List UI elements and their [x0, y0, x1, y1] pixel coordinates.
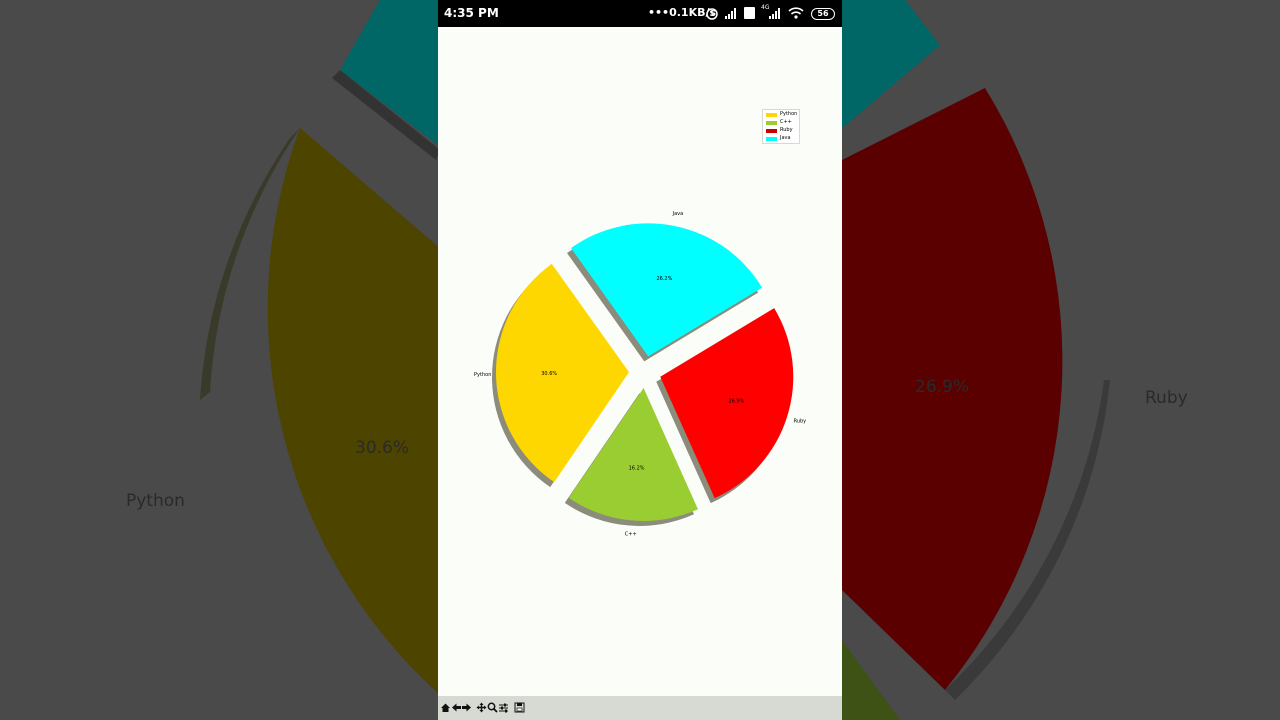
pie-pct-label-cpp: 16.2%: [629, 465, 645, 471]
legend-label-java: Java: [780, 135, 791, 141]
alarm-icon: [706, 8, 718, 20]
phone-screen: 4:35 PM •••0.1KB/s 4G 56 30.6% Python 16.2…: [438, 0, 842, 720]
pie-category-label-ruby: Ruby: [794, 418, 807, 424]
status-time: 4:35 PM: [444, 6, 499, 20]
legend-item: Java: [765, 135, 799, 143]
battery-indicator: 56: [811, 8, 835, 20]
bg-label-ruby: Ruby: [1145, 388, 1188, 408]
legend-label-cpp: C++: [780, 119, 792, 125]
wifi-icon: [788, 7, 804, 19]
pie-category-label-cpp: C++: [625, 532, 637, 538]
pan-icon[interactable]: [476, 702, 487, 713]
home-icon[interactable]: [440, 702, 451, 713]
bg-label-python-pct: 30.6%: [355, 438, 410, 458]
save-icon[interactable]: [514, 702, 525, 713]
pie-category-label-java: Java: [672, 211, 684, 217]
bg-label-python: Python: [126, 491, 185, 511]
signal-icon-2: [769, 8, 780, 19]
pie-category-label-python: Python: [474, 372, 491, 378]
legend-label-ruby: Ruby: [780, 127, 793, 133]
forward-icon[interactable]: [461, 702, 472, 713]
pie-pct-label-python: 30.6%: [541, 371, 557, 377]
configure-icon[interactable]: [498, 702, 509, 713]
pie-pct-label-java: 26.2%: [656, 276, 672, 282]
volte-icon: [744, 7, 755, 19]
legend-swatch-python: [766, 113, 777, 117]
plot-toolbar: [438, 696, 842, 720]
chart-legend: Python C++ Ruby Java: [762, 109, 800, 144]
legend-item: Ruby: [765, 127, 799, 135]
legend-item: Python: [765, 111, 799, 119]
signal-icon: [725, 8, 736, 19]
status-bar: 4:35 PM •••0.1KB/s 4G 56: [438, 0, 842, 27]
legend-label-python: Python: [780, 111, 798, 117]
bg-label-ruby-pct: 26.9%: [915, 377, 970, 397]
pie-pct-label-ruby: 26.9%: [728, 399, 744, 405]
legend-swatch-ruby: [766, 129, 777, 133]
legend-swatch-cpp: [766, 121, 777, 125]
zoom-icon[interactable]: [487, 702, 498, 713]
legend-item: C++: [765, 119, 799, 127]
legend-swatch-java: [766, 137, 777, 141]
